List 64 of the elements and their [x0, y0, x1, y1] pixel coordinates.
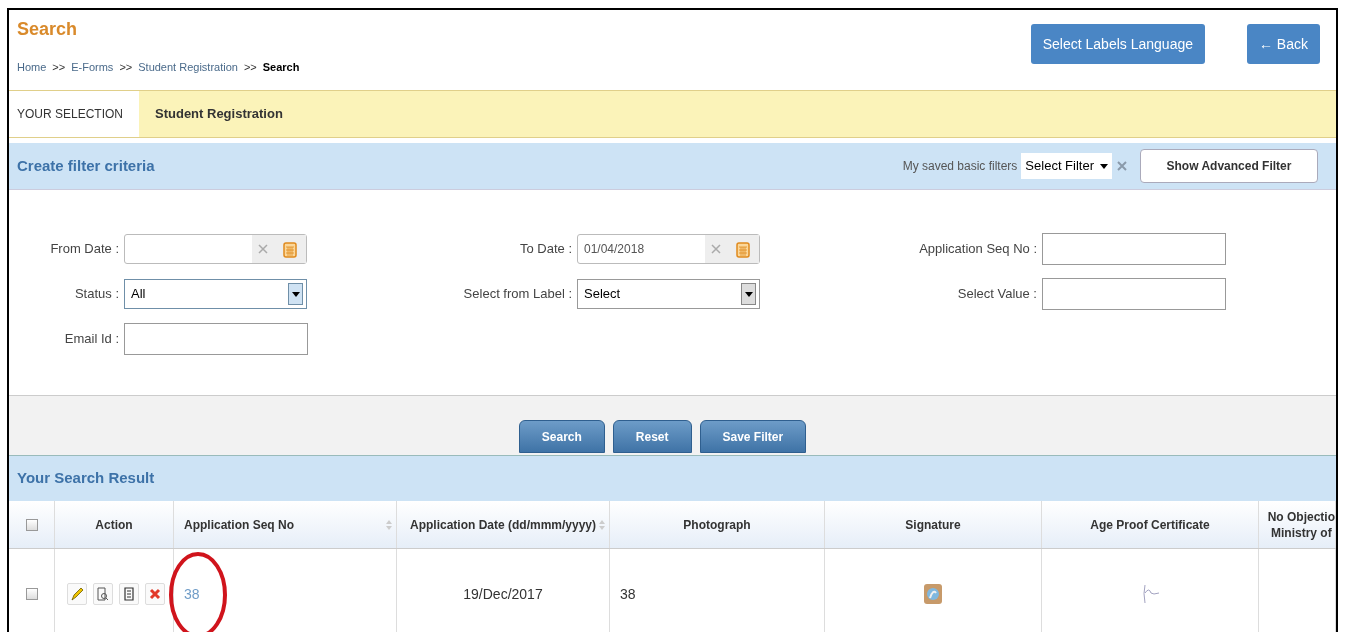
breadcrumb-link[interactable]: Student Registration [138, 59, 238, 76]
edit-icon [69, 586, 85, 602]
table-cell-text: 38 [620, 584, 636, 604]
clear-icon[interactable] [258, 244, 268, 254]
column-header: Photograph [683, 516, 751, 533]
field-label: Select from Label : [462, 285, 573, 304]
caret-icon [291, 291, 300, 297]
table-cell-text: 19/Dec/2017 [463, 584, 543, 604]
panel-title: Create filter criteria [17, 155, 155, 176]
date-field[interactable]: 01/04/2018 [577, 234, 760, 264]
action-document-button[interactable] [119, 583, 139, 605]
section-title: Your Search Result [17, 468, 155, 489]
breadcrumb-separator: >> [119, 60, 133, 75]
input-field[interactable] [1042, 233, 1226, 265]
breadcrumb-separator: >> [52, 60, 66, 75]
column-header: Action [95, 516, 133, 533]
date-field[interactable] [124, 234, 307, 264]
breadcrumb-separator: >> [243, 60, 257, 75]
selection-value: Student Registration [154, 105, 284, 124]
selection-label: YOUR SELECTION [9, 91, 139, 137]
action-button[interactable]: Search [518, 420, 605, 453]
field-label: Status : [73, 285, 120, 304]
input-field[interactable] [124, 323, 308, 355]
action-edit-button[interactable] [67, 583, 87, 605]
field-label: Application Seq No : [918, 240, 1038, 259]
caret-icon [1100, 163, 1108, 169]
select-field[interactable]: Select [577, 279, 760, 309]
column-header: Age Proof Certificate [1090, 516, 1210, 533]
header-button[interactable]: Select Labels Language [1030, 24, 1205, 64]
sort-icon[interactable] [386, 520, 392, 530]
action-button[interactable]: Reset [612, 420, 692, 453]
field-label: From Date : [49, 240, 120, 259]
clear-icon[interactable] [711, 244, 721, 254]
caret-icon [744, 291, 753, 297]
saved-filters-label: My saved basic filters [902, 158, 1018, 175]
field-label: Email Id : [63, 330, 120, 349]
checkbox[interactable] [25, 588, 38, 600]
column-header[interactable]: Application Date (dd/mmm/yyyy) [409, 516, 596, 533]
field-label: To Date : [518, 240, 573, 259]
view-icon [95, 586, 111, 602]
document-icon [121, 586, 137, 602]
input-field[interactable] [1042, 278, 1226, 310]
select-field[interactable]: All [124, 279, 307, 309]
sort-icon[interactable] [599, 520, 605, 530]
column-header: No Objectio Ministry of [1267, 508, 1335, 541]
column-header: Signature [905, 516, 961, 533]
saved-filter-select[interactable]: Select Filter [1021, 153, 1112, 179]
action-button[interactable]: Save Filter [699, 420, 807, 453]
breadcrumb-current: Search [262, 60, 300, 75]
calendar-icon[interactable] [283, 240, 297, 258]
action-view-button[interactable] [93, 583, 113, 605]
breadcrumb-link[interactable]: Home [17, 59, 47, 76]
action-delete-button[interactable] [145, 583, 165, 605]
page-title: Search [17, 18, 79, 41]
checkbox[interactable] [25, 518, 38, 531]
calendar-icon[interactable] [736, 240, 750, 258]
field-label: Select Value : [956, 285, 1038, 304]
advanced-filter-button[interactable]: Show Advanced Filter [1140, 149, 1318, 183]
column-header[interactable]: Application Seq No [184, 516, 294, 533]
breadcrumb-link[interactable]: E-Forms [71, 59, 114, 76]
image-thumbnail-icon[interactable] [923, 583, 943, 605]
header-button[interactable]: ← Back [1247, 24, 1320, 64]
clear-icon[interactable] [1116, 160, 1128, 172]
delete-icon [147, 586, 163, 602]
